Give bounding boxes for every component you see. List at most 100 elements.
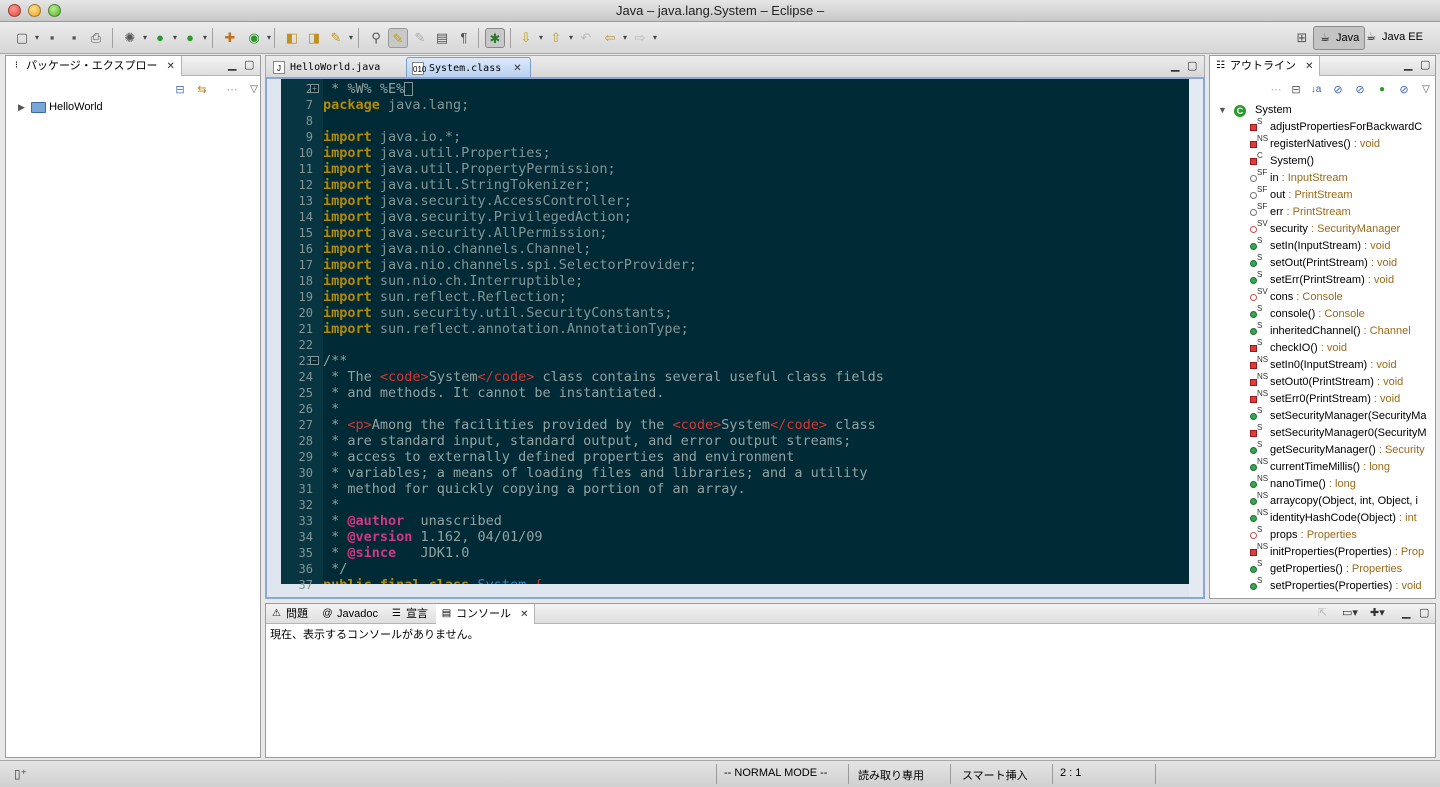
code-line[interactable]: import sun.security.util.SecurityConstan… xyxy=(323,305,673,321)
sort-icon[interactable]: ↓a xyxy=(1306,80,1326,100)
maximize-icon[interactable]: ▢ xyxy=(1187,60,1197,72)
outline-member[interactable]: SF err : PrintStream xyxy=(1210,202,1435,221)
outline-member[interactable]: NS arraycopy(Object, int, Object, i xyxy=(1210,491,1435,510)
outline-member[interactable]: SgetSecurityManager() : Security xyxy=(1210,440,1435,459)
close-icon[interactable]: ✕ xyxy=(520,609,528,620)
open-console-icon[interactable]: ✚▾ xyxy=(1370,607,1385,619)
outline-member[interactable]: NS setOut0(PrintStream) : void xyxy=(1210,372,1435,391)
pin-console-icon[interactable]: ⇱ xyxy=(1318,607,1327,619)
open-type-icon[interactable]: ◧ xyxy=(282,28,302,48)
outline-member[interactable]: Sconsole() : Console xyxy=(1210,304,1435,323)
run-external-icon[interactable]: ● xyxy=(180,28,207,48)
outline-member[interactable]: SinheritedChannel() : Channel xyxy=(1210,321,1435,340)
hide-local-types-icon[interactable]: ⊘ xyxy=(1394,80,1414,100)
code-line[interactable]: * The <code>System</code> class contains… xyxy=(323,369,884,385)
code-line[interactable]: import java.nio.channels.spi.SelectorPro… xyxy=(323,257,697,273)
code-line[interactable]: import java.util.PropertyPermission; xyxy=(323,161,616,177)
tab-package-explorer[interactable]: ⁝ パッケージ・エクスプロー ✕ xyxy=(6,56,182,76)
code-line[interactable]: import java.security.AccessController; xyxy=(323,193,632,209)
last-edit-icon[interactable]: ↶ xyxy=(576,28,596,48)
code-line[interactable]: * variables; a means of loading files an… xyxy=(323,465,867,481)
outline-member[interactable]: SsetErr(PrintStream) : void xyxy=(1210,270,1435,289)
code-line[interactable]: */ xyxy=(323,561,347,577)
open-folder-icon[interactable]: ◨ xyxy=(304,28,324,48)
new-icon[interactable]: ▢ xyxy=(12,28,39,48)
code-line[interactable]: * are standard input, standard output, a… xyxy=(323,433,851,449)
new-java-project-icon[interactable]: ✚ xyxy=(220,28,240,48)
code-line[interactable]: /** xyxy=(323,353,347,369)
outline-member[interactable]: NS identityHashCode(Object) : int xyxy=(1210,508,1435,527)
collapse-all-icon[interactable]: ⊟ xyxy=(1286,80,1306,100)
search-icon[interactable]: ✎ xyxy=(326,28,353,48)
run-icon[interactable]: ● xyxy=(150,28,177,48)
expand-arrow-icon[interactable]: ▶ xyxy=(18,99,30,115)
tab-outline[interactable]: ☷ アウトライン ✕ xyxy=(1210,56,1321,76)
code-line[interactable]: import java.io.*; xyxy=(323,129,461,145)
code-line[interactable]: import java.util.StringTokenizer; xyxy=(323,177,591,193)
outline-member[interactable]: ScheckIO() : void xyxy=(1210,338,1435,357)
minimize-icon[interactable]: ▁ xyxy=(1402,607,1410,619)
code-line[interactable]: import sun.reflect.Reflection; xyxy=(323,289,567,305)
code-line[interactable]: * access to externally defined propertie… xyxy=(323,449,794,465)
paragraph-icon[interactable]: ¶ xyxy=(454,28,474,48)
outline-member[interactable]: SsetIn(InputStream) : void xyxy=(1210,236,1435,255)
outline-member[interactable]: SsetSecurityManager(SecurityMa xyxy=(1210,406,1435,425)
outline-member[interactable]: C System() xyxy=(1210,151,1435,170)
code-editor[interactable]: 2+7891011121314151617181920212223−242526… xyxy=(265,77,1205,599)
code-line[interactable]: import java.security.PrivilegedAction; xyxy=(323,209,632,225)
outline-member[interactable]: SadjustPropertiesForBackwardC xyxy=(1210,117,1435,136)
code-line[interactable]: import java.nio.channels.Channel; xyxy=(323,241,591,257)
hide-nonpublic-icon[interactable]: ● xyxy=(1372,80,1392,100)
outline-member[interactable]: SV cons : Console xyxy=(1210,287,1435,306)
code-line[interactable]: package java.lang; xyxy=(323,97,469,113)
print-icon[interactable]: ⎙ xyxy=(86,28,106,48)
collapse-fold-icon[interactable]: − xyxy=(310,356,319,365)
code-line[interactable]: import sun.reflect.annotation.Annotation… xyxy=(323,321,689,337)
perspective-java[interactable]: ☕ Java xyxy=(1313,26,1366,50)
view-menu-icon[interactable]: ⋯ xyxy=(222,80,242,100)
code-line[interactable]: * @version 1.162, 04/01/09 xyxy=(323,529,542,545)
tab-problems[interactable]: ⚠ 問題 xyxy=(266,604,314,624)
tab-system-class[interactable]: 010 System.class ✕ xyxy=(406,57,531,78)
minimize-icon[interactable]: ▁ xyxy=(1404,59,1412,71)
maximize-icon[interactable]: ▢ xyxy=(1419,607,1429,619)
code-line[interactable]: import sun.nio.ch.Interruptible; xyxy=(323,273,583,289)
collapse-all-icon[interactable]: ⊟ xyxy=(170,80,190,100)
outline-member[interactable]: SgetProperties() : Properties xyxy=(1210,559,1435,578)
code-line[interactable]: * @author unascribed xyxy=(323,513,502,529)
expand-arrow-icon[interactable]: ▼ xyxy=(1218,105,1227,115)
minimize-icon[interactable]: ▁ xyxy=(1171,60,1179,72)
maximize-icon[interactable]: ▢ xyxy=(244,59,254,71)
code-area[interactable]: * %W% %E% package java.lang; import java.i… xyxy=(323,79,1189,584)
next-annotation-icon[interactable]: ⇩ xyxy=(516,28,543,48)
view-dropdown-icon[interactable]: ▽ xyxy=(244,80,264,100)
code-line[interactable]: * <p>Among the facilities provided by th… xyxy=(323,417,876,433)
show-whitespace-icon[interactable]: ▤ xyxy=(432,28,452,48)
save-icon[interactable]: ▪ xyxy=(42,28,62,48)
outline-member[interactable]: NS initProperties(Properties) : Prop xyxy=(1210,542,1435,561)
perspective-java-ee[interactable]: ☕ Java EE xyxy=(1360,26,1428,50)
tab-console[interactable]: ▤ コンソール ✕ xyxy=(436,604,536,624)
outline-member[interactable]: SsetOut(PrintStream) : void xyxy=(1210,253,1435,272)
code-line[interactable]: * xyxy=(323,401,339,417)
forward-icon[interactable]: ⇨ xyxy=(630,28,657,48)
close-icon[interactable]: ✕ xyxy=(1305,61,1313,72)
back-icon[interactable]: ⇦ xyxy=(600,28,627,48)
outline-member[interactable]: NS setErr0(PrintStream) : void xyxy=(1210,389,1435,408)
code-line[interactable]: * @since JDK1.0 xyxy=(323,545,469,561)
block-select-icon[interactable]: ✎ xyxy=(410,28,430,48)
outline-member[interactable]: NS registerNatives() : void xyxy=(1210,134,1435,153)
toggle-mark-icon[interactable]: ⚲ xyxy=(366,28,386,48)
link-with-editor-icon[interactable]: ⇆ xyxy=(192,80,212,100)
toggle-highlight-icon[interactable]: ✎ xyxy=(388,28,408,48)
outline-member[interactable]: SF out : PrintStream xyxy=(1210,185,1435,204)
outline-member[interactable]: Sprops : Properties xyxy=(1210,525,1435,544)
vim-mode-icon[interactable]: ✱ xyxy=(485,28,505,48)
code-line[interactable]: * and methods. It cannot be instantiated… xyxy=(323,385,664,401)
close-icon[interactable]: ✕ xyxy=(513,63,521,74)
code-line[interactable]: import java.security.AllPermission; xyxy=(323,225,607,241)
display-console-icon[interactable]: ▭▾ xyxy=(1342,607,1358,619)
outline-history-icon[interactable]: ⋯ xyxy=(1266,80,1286,100)
code-line[interactable]: import java.util.Properties; xyxy=(323,145,551,161)
minimize-window-button[interactable] xyxy=(28,4,41,17)
